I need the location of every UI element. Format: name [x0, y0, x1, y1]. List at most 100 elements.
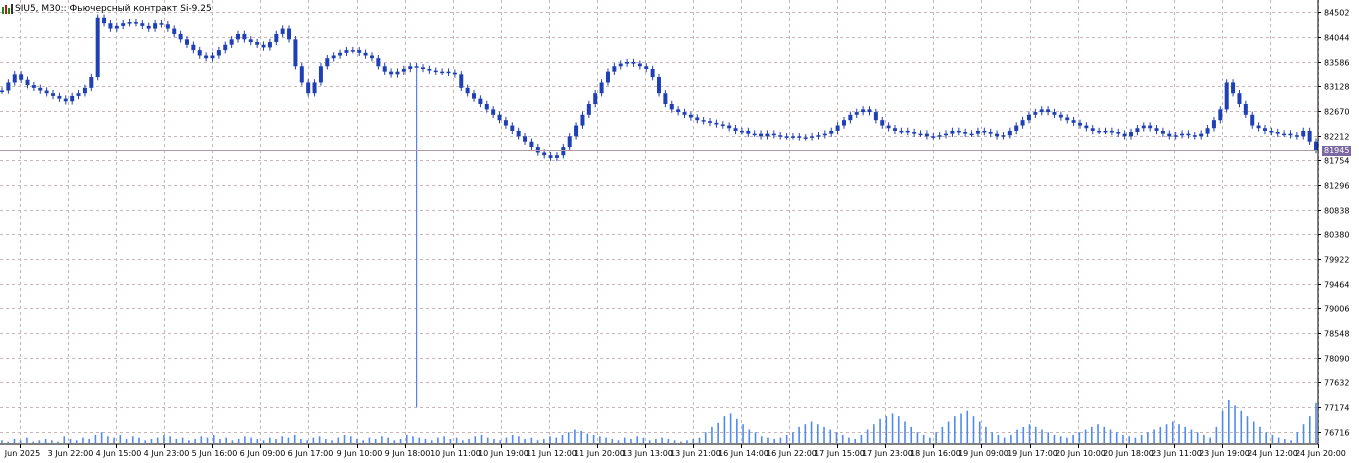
- price-candle: [491, 109, 496, 115]
- price-candle: [701, 120, 706, 122]
- price-candle: [433, 70, 438, 73]
- volume-layer: [1, 400, 1317, 443]
- price-chart[interactable]: 84502 84044 83586 83128 82670 82212 81754 81296…: [0, 0, 1359, 463]
- time-tick-label: 16 Jun 22:00: [766, 449, 817, 458]
- price-candle: [382, 66, 387, 72]
- price-candle: [593, 93, 598, 104]
- price-candle: [102, 17, 107, 24]
- price-candle: [810, 136, 815, 138]
- chart-title: SIU5, M30:: Фьючерсный контракт Si-9.25: [15, 4, 212, 14]
- price-candle: [478, 98, 483, 104]
- price-candle: [0, 90, 4, 93]
- price-candle: [893, 128, 898, 131]
- price-candle: [318, 66, 323, 83]
- price-candle: [1007, 130, 1012, 136]
- price-candle: [82, 87, 87, 94]
- price-candle: [440, 71, 445, 74]
- price-tick-label: 76716: [1324, 429, 1349, 438]
- price-candle: [338, 52, 343, 56]
- price-candle: [1001, 135, 1006, 137]
- price-candle: [841, 120, 846, 126]
- price-tick-label: 84502: [1324, 9, 1349, 18]
- price-candle: [714, 122, 719, 125]
- price-tick-label: 82670: [1324, 108, 1349, 117]
- price-candle: [822, 133, 827, 136]
- price-candle: [420, 67, 425, 69]
- price-tick-label: 84044: [1324, 34, 1349, 43]
- price-candle: [1052, 112, 1057, 115]
- price-candle: [31, 85, 36, 88]
- price-candle: [127, 22, 132, 24]
- price-candle: [739, 130, 744, 133]
- price-candle: [191, 44, 196, 51]
- price-candle: [931, 136, 936, 138]
- price-candle: [803, 137, 808, 139]
- time-tick-label: 13 Jun 13:00: [622, 449, 673, 458]
- price-candle: [1173, 135, 1178, 137]
- price-candle: [1160, 130, 1165, 134]
- price-layer: [0, 14, 1318, 408]
- time-tick-label: 16 Jun 14:00: [718, 449, 769, 458]
- price-candle: [312, 82, 317, 94]
- time-tick-label: 17 Jun 15:00: [814, 449, 865, 458]
- price-tick-label: 83586: [1324, 59, 1349, 68]
- price-tick-label: 81296: [1324, 182, 1349, 191]
- price-candle: [574, 125, 579, 137]
- price-candle: [765, 133, 770, 137]
- price-candle: [1256, 125, 1261, 129]
- price-candle: [1071, 120, 1076, 123]
- price-candle: [121, 23, 126, 26]
- price-candle: [159, 23, 164, 25]
- price-candle: [248, 39, 253, 43]
- price-candle: [771, 133, 776, 136]
- price-candle: [344, 50, 349, 53]
- price-candle: [350, 50, 355, 52]
- price-candle: [1090, 128, 1095, 131]
- time-tick-label: 13 Jun 21:00: [670, 449, 721, 458]
- time-tick-label: Jun 2025: [4, 449, 40, 458]
- price-candle: [905, 130, 910, 133]
- time-tick-label: 9 Jun 18:00: [385, 449, 431, 458]
- price-candle: [236, 33, 241, 40]
- price-tick-label: 78548: [1324, 330, 1349, 339]
- price-candle: [1084, 125, 1089, 129]
- price-candle: [605, 71, 610, 83]
- price-tick-label: 79464: [1324, 281, 1349, 290]
- price-candle: [1231, 82, 1236, 94]
- chart-window[interactable]: 84502 84044 83586 83128 82670 82212 81754 81296…: [0, 0, 1359, 463]
- price-candle: [165, 24, 170, 29]
- price-tick-label: 81754: [1324, 157, 1349, 166]
- price-candle: [57, 95, 62, 99]
- price-candle: [631, 61, 636, 64]
- price-tick-label: 79922: [1324, 256, 1349, 265]
- price-candle: [873, 112, 878, 121]
- price-candle: [452, 72, 457, 75]
- price-candle: [1046, 109, 1051, 113]
- price-candle: [554, 155, 559, 158]
- price-candle: [401, 68, 406, 72]
- price-candle: [1314, 141, 1318, 151]
- time-tick-label: 18 Jun 16:00: [910, 449, 961, 458]
- time-tick-label: 19 Jun 09:00: [958, 449, 1009, 458]
- price-candle: [644, 66, 649, 69]
- price-candle: [1250, 114, 1255, 126]
- current-price-tag: 81945: [1322, 145, 1352, 156]
- price-candle: [1167, 133, 1172, 137]
- price-candle: [325, 58, 330, 67]
- price-candle: [204, 55, 209, 59]
- price-candle: [216, 50, 221, 56]
- price-candle: [529, 141, 534, 148]
- price-candle: [746, 130, 751, 134]
- price-candle: [924, 133, 929, 137]
- price-candle: [459, 74, 464, 88]
- price-candle: [650, 68, 655, 78]
- price-candle: [1288, 133, 1293, 136]
- price-candle: [38, 87, 43, 91]
- price-candle: [599, 82, 604, 94]
- price-tick-label: 80380: [1324, 231, 1349, 240]
- price-candle: [1282, 133, 1287, 136]
- price-candle: [1307, 130, 1312, 142]
- price-candle: [669, 103, 674, 110]
- price-candle: [1058, 114, 1063, 118]
- price-candle: [880, 120, 885, 126]
